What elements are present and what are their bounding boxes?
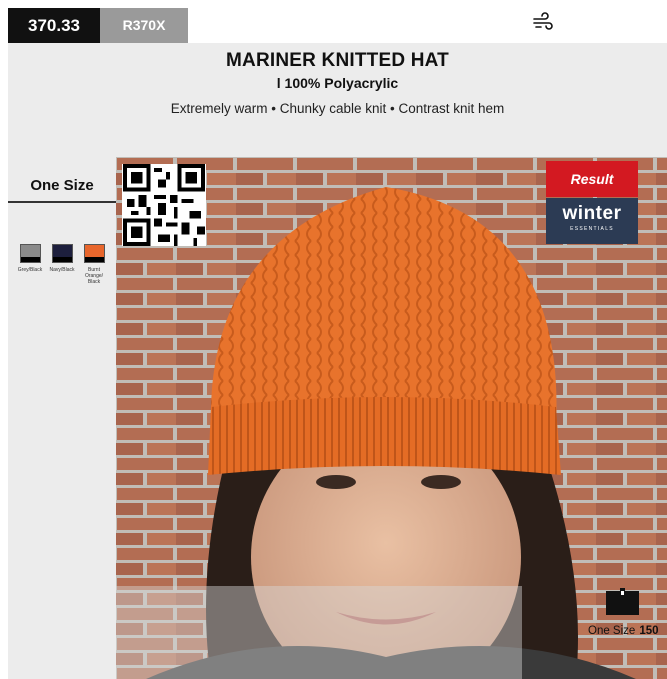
divider bbox=[8, 201, 116, 203]
result-logo: Result bbox=[546, 161, 638, 197]
size-label: One Size bbox=[30, 177, 94, 194]
product-material: l 100% Polyacrylic bbox=[276, 75, 399, 91]
winter-essentials-logo: winter ESSENTIALS bbox=[546, 198, 638, 244]
winter-logo-text: winter bbox=[562, 203, 622, 224]
sidebar bbox=[8, 157, 116, 679]
qr-code bbox=[122, 164, 206, 246]
wind-icon bbox=[533, 12, 553, 30]
product-title: MARINER KNITTED HAT bbox=[226, 50, 449, 71]
pack-count: 150 bbox=[639, 625, 659, 637]
box-icon bbox=[606, 588, 639, 615]
product-code: 370.33 bbox=[8, 8, 100, 43]
swatch-label: Burnt Orange/ Black bbox=[84, 267, 104, 285]
swatch-label: Grey/Black bbox=[17, 267, 43, 273]
photo-overlay bbox=[116, 586, 522, 679]
product-features: Extremely warm • Chunky cable knit • Con… bbox=[170, 101, 505, 116]
pack-size-count: One Size 150 bbox=[588, 625, 659, 637]
swatch-label: Navy/Black bbox=[49, 267, 75, 273]
essentials-logo-text: ESSENTIALS bbox=[570, 226, 614, 232]
swatch-burnt-orange-black bbox=[84, 244, 105, 263]
product-sku: R370X bbox=[100, 8, 188, 43]
swatch-grey-black bbox=[20, 244, 41, 263]
swatch-navy-black bbox=[52, 244, 73, 263]
pack-size-label: One Size bbox=[588, 625, 636, 637]
